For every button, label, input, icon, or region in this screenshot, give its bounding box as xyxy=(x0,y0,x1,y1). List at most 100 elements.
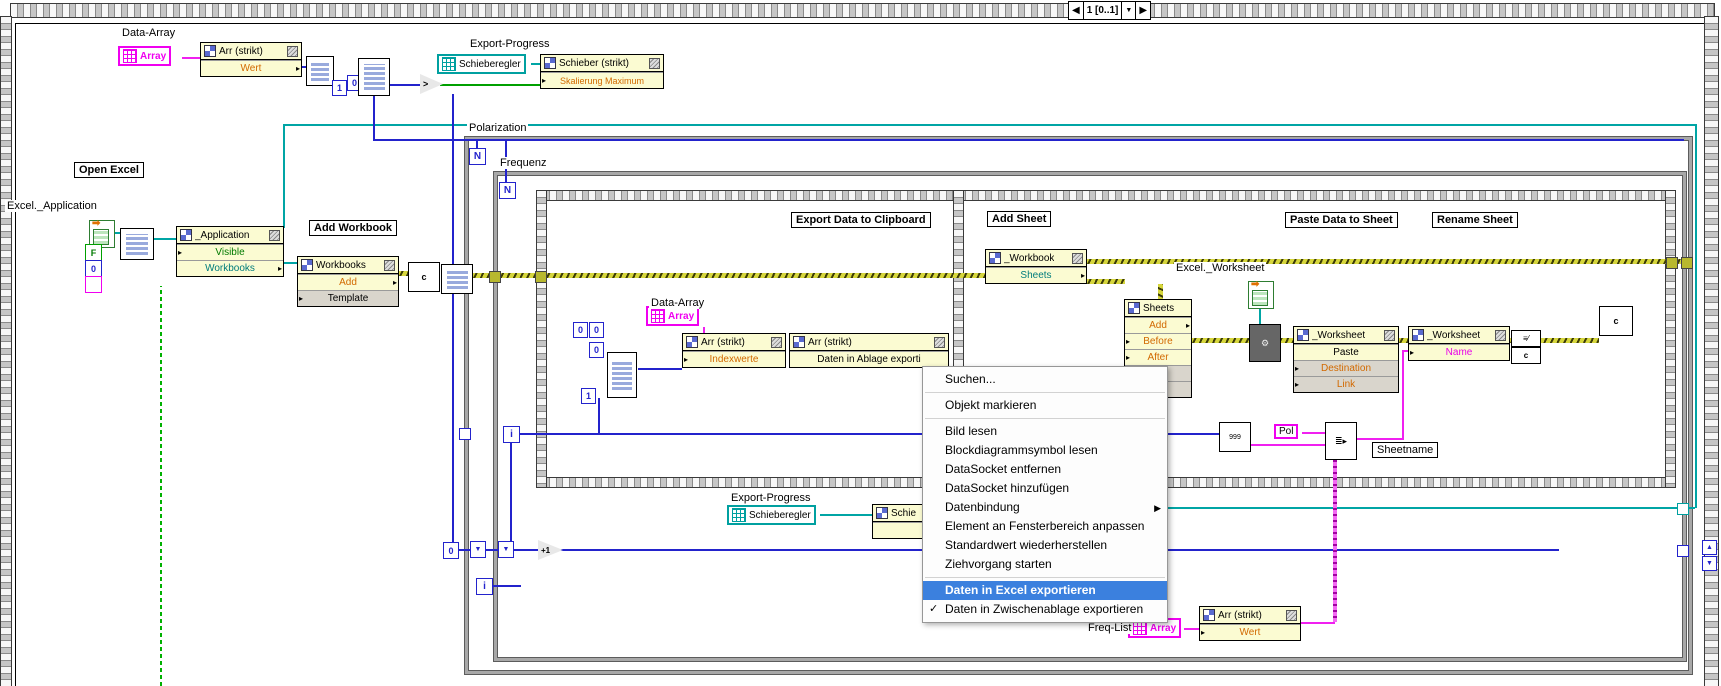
sequence-prev-button[interactable]: ◀ xyxy=(1069,2,1084,19)
array-terminal[interactable]: Array xyxy=(646,306,700,326)
string-constant-empty[interactable] xyxy=(85,276,102,293)
invoke-row-after[interactable]: After xyxy=(1125,349,1191,365)
shift-register-up[interactable]: ▲ xyxy=(1702,540,1717,555)
index-array-icon[interactable] xyxy=(306,56,334,86)
build-array-icon[interactable] xyxy=(607,352,637,398)
property-node-worksheet[interactable]: _Worksheet Name xyxy=(1408,326,1510,361)
label-excel-application: Excel._Application xyxy=(5,200,99,212)
invoke-node-arr-ablage[interactable]: Arr (strikt) Daten in Ablage exporti xyxy=(789,333,949,368)
menu-item-datenbindung[interactable]: Datenbindung ▶ xyxy=(923,498,1167,517)
refnum-arrow-icon: ➡ xyxy=(1251,279,1260,290)
invoke-node-workbooks[interactable]: Workbooks Add Template xyxy=(297,256,399,307)
tunnel[interactable] xyxy=(1677,545,1689,557)
array-size-icon[interactable] xyxy=(358,58,390,96)
invoke-row-add[interactable]: Add xyxy=(1125,317,1191,333)
tunnel[interactable] xyxy=(489,271,501,283)
menu-item-element-anpassen[interactable]: Element an Fensterbereich anpassen xyxy=(923,517,1167,536)
iteration-terminal[interactable]: i xyxy=(503,426,520,443)
invoke-row-paste[interactable]: Paste xyxy=(1294,344,1398,360)
tunnel[interactable] xyxy=(459,428,471,440)
menu-item-datasocket-entfernen[interactable]: DataSocket entfernen xyxy=(923,460,1167,479)
property-row-name[interactable]: Name xyxy=(1409,344,1509,360)
excel-worksheet-refnum-icon[interactable]: ➡ xyxy=(1248,279,1274,309)
property-node-arr-strikt[interactable]: Arr (strikt) Wert xyxy=(200,42,302,77)
menu-item-bild-lesen[interactable]: Bild lesen xyxy=(923,422,1167,441)
sequence-dropdown-button[interactable]: ▼ xyxy=(1122,2,1137,19)
close-reference-icon[interactable]: c xyxy=(1599,306,1633,336)
workbook-convert-icon[interactable] xyxy=(441,264,473,294)
close-reference-icon[interactable]: c xyxy=(1511,347,1541,364)
invoke-row-before[interactable]: Before xyxy=(1125,333,1191,349)
sequence-border-top xyxy=(10,3,1715,18)
menu-item-objekt-markieren[interactable]: Objekt markieren xyxy=(923,396,1167,415)
schieberegler-refnum-terminal[interactable]: Schieberegler xyxy=(437,54,526,74)
property-row-skalierung-maximum[interactable]: Skalierung Maximum xyxy=(541,72,663,88)
terminal-label: Schieberegler xyxy=(749,509,811,521)
numeric-constant[interactable]: 1 xyxy=(332,80,347,96)
menu-item-suchen[interactable]: Suchen... xyxy=(923,370,1167,389)
property-node-arr-indexwerte[interactable]: Arr (strikt) Indexwerte xyxy=(682,333,786,368)
wire xyxy=(373,139,1684,141)
schieberegler-refnum-terminal[interactable]: Schieberegler xyxy=(727,505,816,525)
wire xyxy=(1184,628,1199,630)
format-string-icon[interactable]: ≡⁄ xyxy=(1511,330,1541,347)
close-reference-icon[interactable]: c xyxy=(408,262,440,292)
invoke-row-template[interactable]: Template xyxy=(298,290,398,306)
node-type-icon xyxy=(544,57,556,69)
array-terminal[interactable]: Array xyxy=(118,46,172,66)
menu-item-blockdiagrammsymbol-lesen[interactable]: Blockdiagrammsymbol lesen xyxy=(923,441,1167,460)
wire xyxy=(1085,279,1125,284)
label-export-progress: Export-Progress xyxy=(468,38,552,50)
menu-item-daten-in-excel-exportieren[interactable]: Daten in Excel exportieren xyxy=(923,581,1167,600)
loop-count-terminal[interactable]: N xyxy=(499,182,516,199)
invoke-row-daten-in-ablage[interactable]: Daten in Ablage exporti xyxy=(790,351,948,367)
tunnel[interactable] xyxy=(1666,257,1678,269)
property-node-arr-wert-bottom[interactable]: Arr (strikt) Wert xyxy=(1199,606,1301,641)
node-corner-icon xyxy=(1072,252,1083,264)
invoke-row-destination[interactable]: Destination xyxy=(1294,360,1398,376)
property-row-wert[interactable]: Wert xyxy=(201,60,301,76)
property-node-workbook[interactable]: _Workbook Sheets xyxy=(985,249,1087,284)
variant-to-data-icon[interactable]: ⚙ xyxy=(1249,324,1281,362)
loop-count-terminal[interactable]: N xyxy=(469,148,486,165)
menu-item-standardwert[interactable]: Standardwert wiederherstellen xyxy=(923,536,1167,555)
property-row-indexwerte[interactable]: Indexwerte xyxy=(683,351,785,367)
shift-register-down[interactable]: ▼ xyxy=(1702,556,1717,571)
property-row-visible[interactable]: Visible xyxy=(177,244,283,260)
invoke-row-link[interactable]: Link xyxy=(1294,376,1398,392)
property-row-workbooks[interactable]: Workbooks xyxy=(177,260,283,276)
number-to-string-icon[interactable]: 999 xyxy=(1219,422,1251,452)
property-row-wert[interactable]: Wert xyxy=(1200,624,1300,640)
slider-icon xyxy=(732,508,746,522)
numeric-constant[interactable]: 0 xyxy=(573,322,588,338)
menu-item-datasocket-hinzufuegen[interactable]: DataSocket hinzufügen xyxy=(923,479,1167,498)
numeric-constant[interactable]: 0 xyxy=(85,260,102,277)
numeric-constant[interactable]: 0 xyxy=(589,322,604,338)
iteration-terminal[interactable]: i xyxy=(476,578,493,595)
greater-than-node[interactable]: > xyxy=(420,74,443,94)
wire xyxy=(440,84,540,86)
boolean-constant[interactable]: F xyxy=(85,244,102,261)
label-freq-list: Freq-List xyxy=(1086,622,1134,634)
tunnel-down[interactable]: ▼ xyxy=(498,541,514,558)
menu-item-ziehvorgang[interactable]: Ziehvorgang starten xyxy=(923,555,1167,574)
string-constant-pol[interactable]: Pol xyxy=(1274,424,1299,439)
numeric-constant[interactable]: 1 xyxy=(581,388,596,404)
tunnel[interactable] xyxy=(1681,257,1693,269)
property-row-sheets[interactable]: Sheets xyxy=(986,267,1086,283)
concatenate-strings-icon[interactable]: ≣▸ xyxy=(1325,422,1357,460)
invoke-row-add[interactable]: Add xyxy=(298,274,398,290)
node-type-icon xyxy=(180,229,192,241)
inner-sequence-left xyxy=(536,190,547,488)
property-node-application[interactable]: _Application Visible Workbooks xyxy=(176,226,284,277)
tunnel[interactable] xyxy=(535,271,547,283)
numeric-constant[interactable]: 0 xyxy=(443,542,459,559)
sequence-next-button[interactable]: ▶ xyxy=(1136,2,1150,19)
tunnel-down[interactable]: ▼ xyxy=(470,541,486,558)
property-node-schieber-strikt[interactable]: Schieber (strikt) Skalierung Maximum xyxy=(540,54,664,89)
menu-item-daten-in-zwischenablage[interactable]: ✓ Daten in Zwischenablage exportieren xyxy=(923,600,1167,619)
automation-open-icon[interactable] xyxy=(120,228,154,260)
invoke-node-worksheet[interactable]: _Worksheet Paste Destination Link xyxy=(1293,326,1399,393)
numeric-constant[interactable]: 0 xyxy=(589,342,604,358)
tunnel[interactable] xyxy=(1677,503,1689,515)
